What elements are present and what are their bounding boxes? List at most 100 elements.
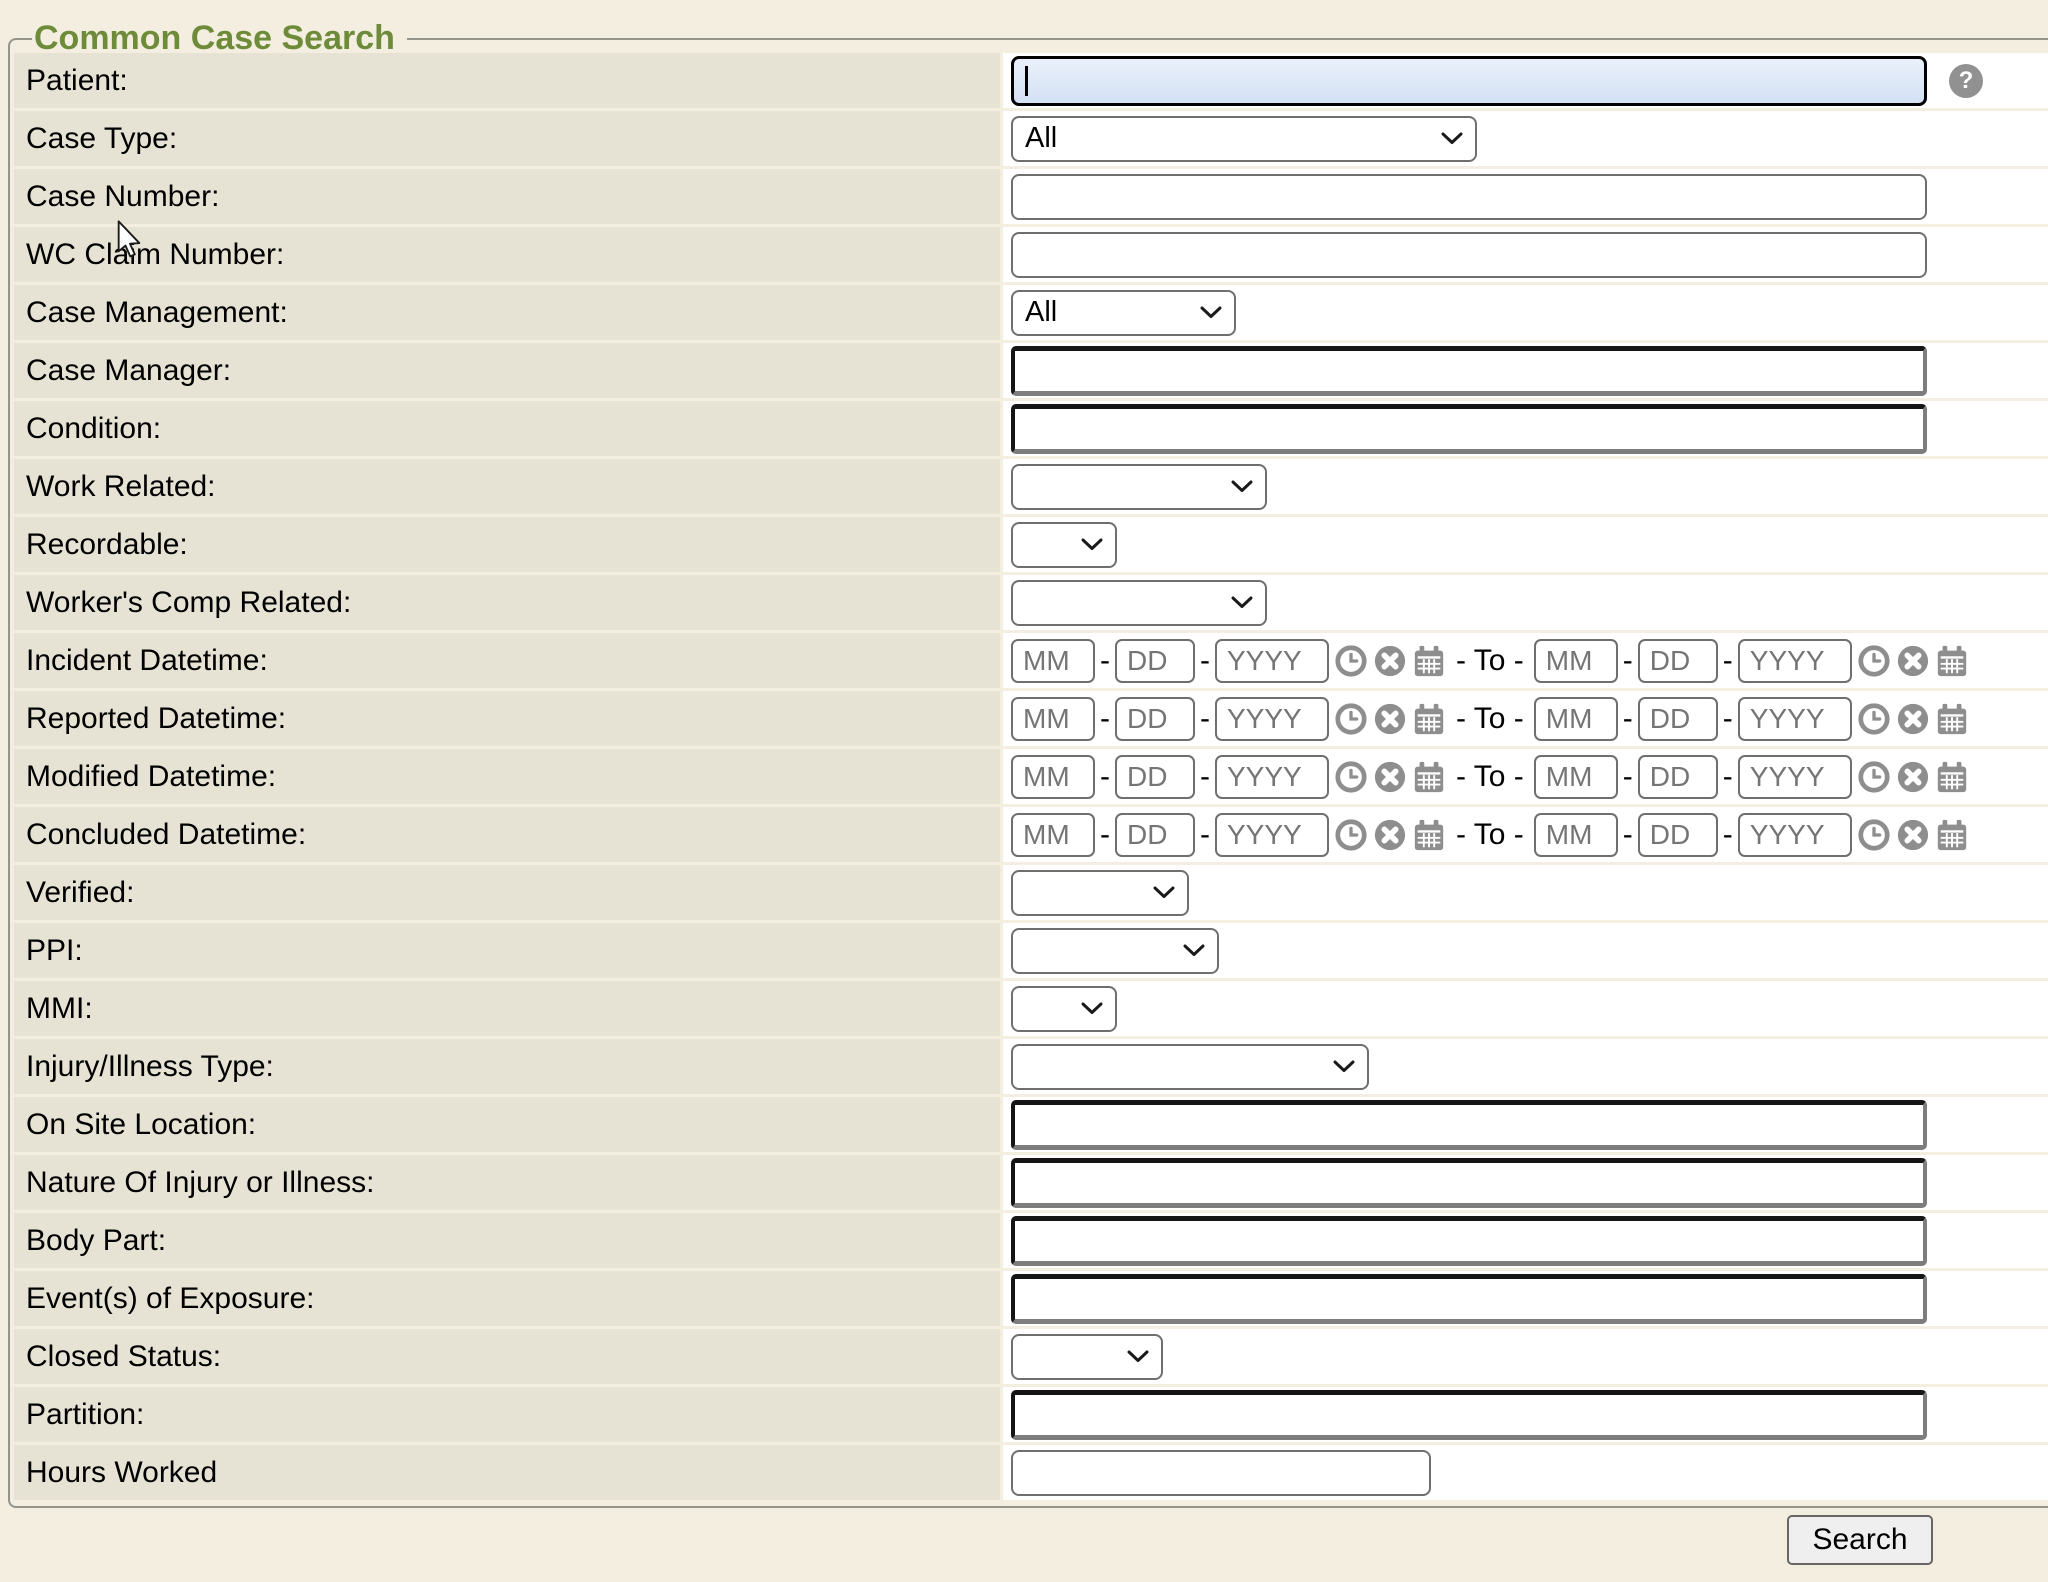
case-management-select[interactable]: All <box>1011 290 1236 336</box>
year-input[interactable] <box>1738 755 1852 799</box>
incident-datetime-label: Incident Datetime: <box>14 633 1000 688</box>
calendar-icon[interactable] <box>1412 702 1446 736</box>
chevron-down-icon <box>1081 538 1103 551</box>
month-input[interactable] <box>1011 697 1095 741</box>
case-type-select[interactable]: All <box>1011 116 1477 162</box>
chevron-down-icon <box>1127 1350 1149 1363</box>
table-row: Injury/Illness Type: <box>14 1039 2048 1094</box>
nature-of-injury-input[interactable] <box>1011 1158 1927 1208</box>
year-input[interactable] <box>1738 639 1852 683</box>
clock-icon[interactable] <box>1857 644 1891 678</box>
body-part-input[interactable] <box>1011 1216 1927 1266</box>
month-input[interactable] <box>1534 813 1618 857</box>
modified-datetime-label: Modified Datetime: <box>14 749 1000 804</box>
year-input[interactable] <box>1738 697 1852 741</box>
day-input[interactable] <box>1638 755 1718 799</box>
range-to-label: - To - <box>1456 760 1524 794</box>
clear-icon[interactable] <box>1373 818 1407 852</box>
range-to-label: - To - <box>1456 644 1524 678</box>
events-of-exposure-input[interactable] <box>1011 1274 1927 1324</box>
day-input[interactable] <box>1115 639 1195 683</box>
calendar-icon[interactable] <box>1935 760 1969 794</box>
on-site-location-label: On Site Location: <box>14 1097 1000 1152</box>
date-separator: - <box>1100 818 1110 852</box>
hours-worked-input[interactable] <box>1011 1450 1431 1496</box>
help-question-icon[interactable]: ? <box>1949 64 1983 98</box>
table-row: Body Part: <box>14 1213 2048 1268</box>
calendar-icon[interactable] <box>1412 760 1446 794</box>
closed-status-label: Closed Status: <box>14 1329 1000 1384</box>
day-input[interactable] <box>1115 697 1195 741</box>
clock-icon[interactable] <box>1857 702 1891 736</box>
table-row: Hours Worked <box>14 1445 2048 1500</box>
search-form: Patient: ? Case Type: All Case Number: <box>14 53 2048 1500</box>
year-input[interactable] <box>1215 755 1329 799</box>
recordable-label: Recordable: <box>14 517 1000 572</box>
chevron-down-icon <box>1183 944 1205 957</box>
clear-icon[interactable] <box>1373 644 1407 678</box>
year-input[interactable] <box>1215 697 1329 741</box>
condition-input[interactable] <box>1011 404 1927 454</box>
search-button[interactable]: Search <box>1787 1515 1933 1565</box>
recordable-select[interactable] <box>1011 522 1117 568</box>
day-input[interactable] <box>1638 813 1718 857</box>
clear-icon[interactable] <box>1373 702 1407 736</box>
calendar-icon[interactable] <box>1935 818 1969 852</box>
case-management-label: Case Management: <box>14 285 1000 340</box>
clear-icon[interactable] <box>1896 702 1930 736</box>
clock-icon[interactable] <box>1857 818 1891 852</box>
clear-icon[interactable] <box>1896 818 1930 852</box>
ppi-label: PPI: <box>14 923 1000 978</box>
verified-select[interactable] <box>1011 870 1189 916</box>
workers-comp-related-select[interactable] <box>1011 580 1267 626</box>
month-input[interactable] <box>1534 697 1618 741</box>
injury-illness-type-select[interactable] <box>1011 1044 1369 1090</box>
case-number-input[interactable] <box>1011 174 1927 220</box>
day-input[interactable] <box>1638 697 1718 741</box>
clear-icon[interactable] <box>1896 644 1930 678</box>
case-type-label: Case Type: <box>14 111 1000 166</box>
clock-icon[interactable] <box>1334 760 1368 794</box>
month-input[interactable] <box>1011 813 1095 857</box>
wc-claim-number-input[interactable] <box>1011 232 1927 278</box>
month-input[interactable] <box>1534 639 1618 683</box>
workers-comp-related-label: Worker's Comp Related: <box>14 575 1000 630</box>
on-site-location-input[interactable] <box>1011 1100 1927 1150</box>
calendar-icon[interactable] <box>1412 644 1446 678</box>
chevron-down-icon <box>1231 596 1253 609</box>
year-input[interactable] <box>1215 639 1329 683</box>
year-input[interactable] <box>1215 813 1329 857</box>
case-manager-input[interactable] <box>1011 346 1927 396</box>
modified-datetime-to-group: - - <box>1534 755 1969 799</box>
table-row: PPI: <box>14 923 2048 978</box>
clock-icon[interactable] <box>1334 702 1368 736</box>
month-input[interactable] <box>1534 755 1618 799</box>
month-input[interactable] <box>1011 755 1095 799</box>
day-input[interactable] <box>1638 639 1718 683</box>
calendar-icon[interactable] <box>1935 702 1969 736</box>
clock-icon[interactable] <box>1334 644 1368 678</box>
modified-datetime-from-group: - - <box>1011 755 1446 799</box>
mmi-select[interactable] <box>1011 986 1117 1032</box>
partition-input[interactable] <box>1011 1390 1927 1440</box>
patient-input[interactable] <box>1011 56 1927 106</box>
range-to-label: - To - <box>1456 702 1524 736</box>
table-row: Worker's Comp Related: <box>14 575 2048 630</box>
year-input[interactable] <box>1738 813 1852 857</box>
ppi-select[interactable] <box>1011 928 1219 974</box>
reported-datetime-label: Reported Datetime: <box>14 691 1000 746</box>
month-input[interactable] <box>1011 639 1095 683</box>
page-title: Common Case Search <box>32 20 407 57</box>
day-input[interactable] <box>1115 813 1195 857</box>
clear-icon[interactable] <box>1896 760 1930 794</box>
day-input[interactable] <box>1115 755 1195 799</box>
clear-icon[interactable] <box>1373 760 1407 794</box>
hours-worked-label: Hours Worked <box>14 1445 1000 1500</box>
work-related-select[interactable] <box>1011 464 1267 510</box>
clock-icon[interactable] <box>1334 818 1368 852</box>
clock-icon[interactable] <box>1857 760 1891 794</box>
closed-status-select[interactable] <box>1011 1334 1163 1380</box>
calendar-icon[interactable] <box>1935 644 1969 678</box>
condition-label: Condition: <box>14 401 1000 456</box>
calendar-icon[interactable] <box>1412 818 1446 852</box>
